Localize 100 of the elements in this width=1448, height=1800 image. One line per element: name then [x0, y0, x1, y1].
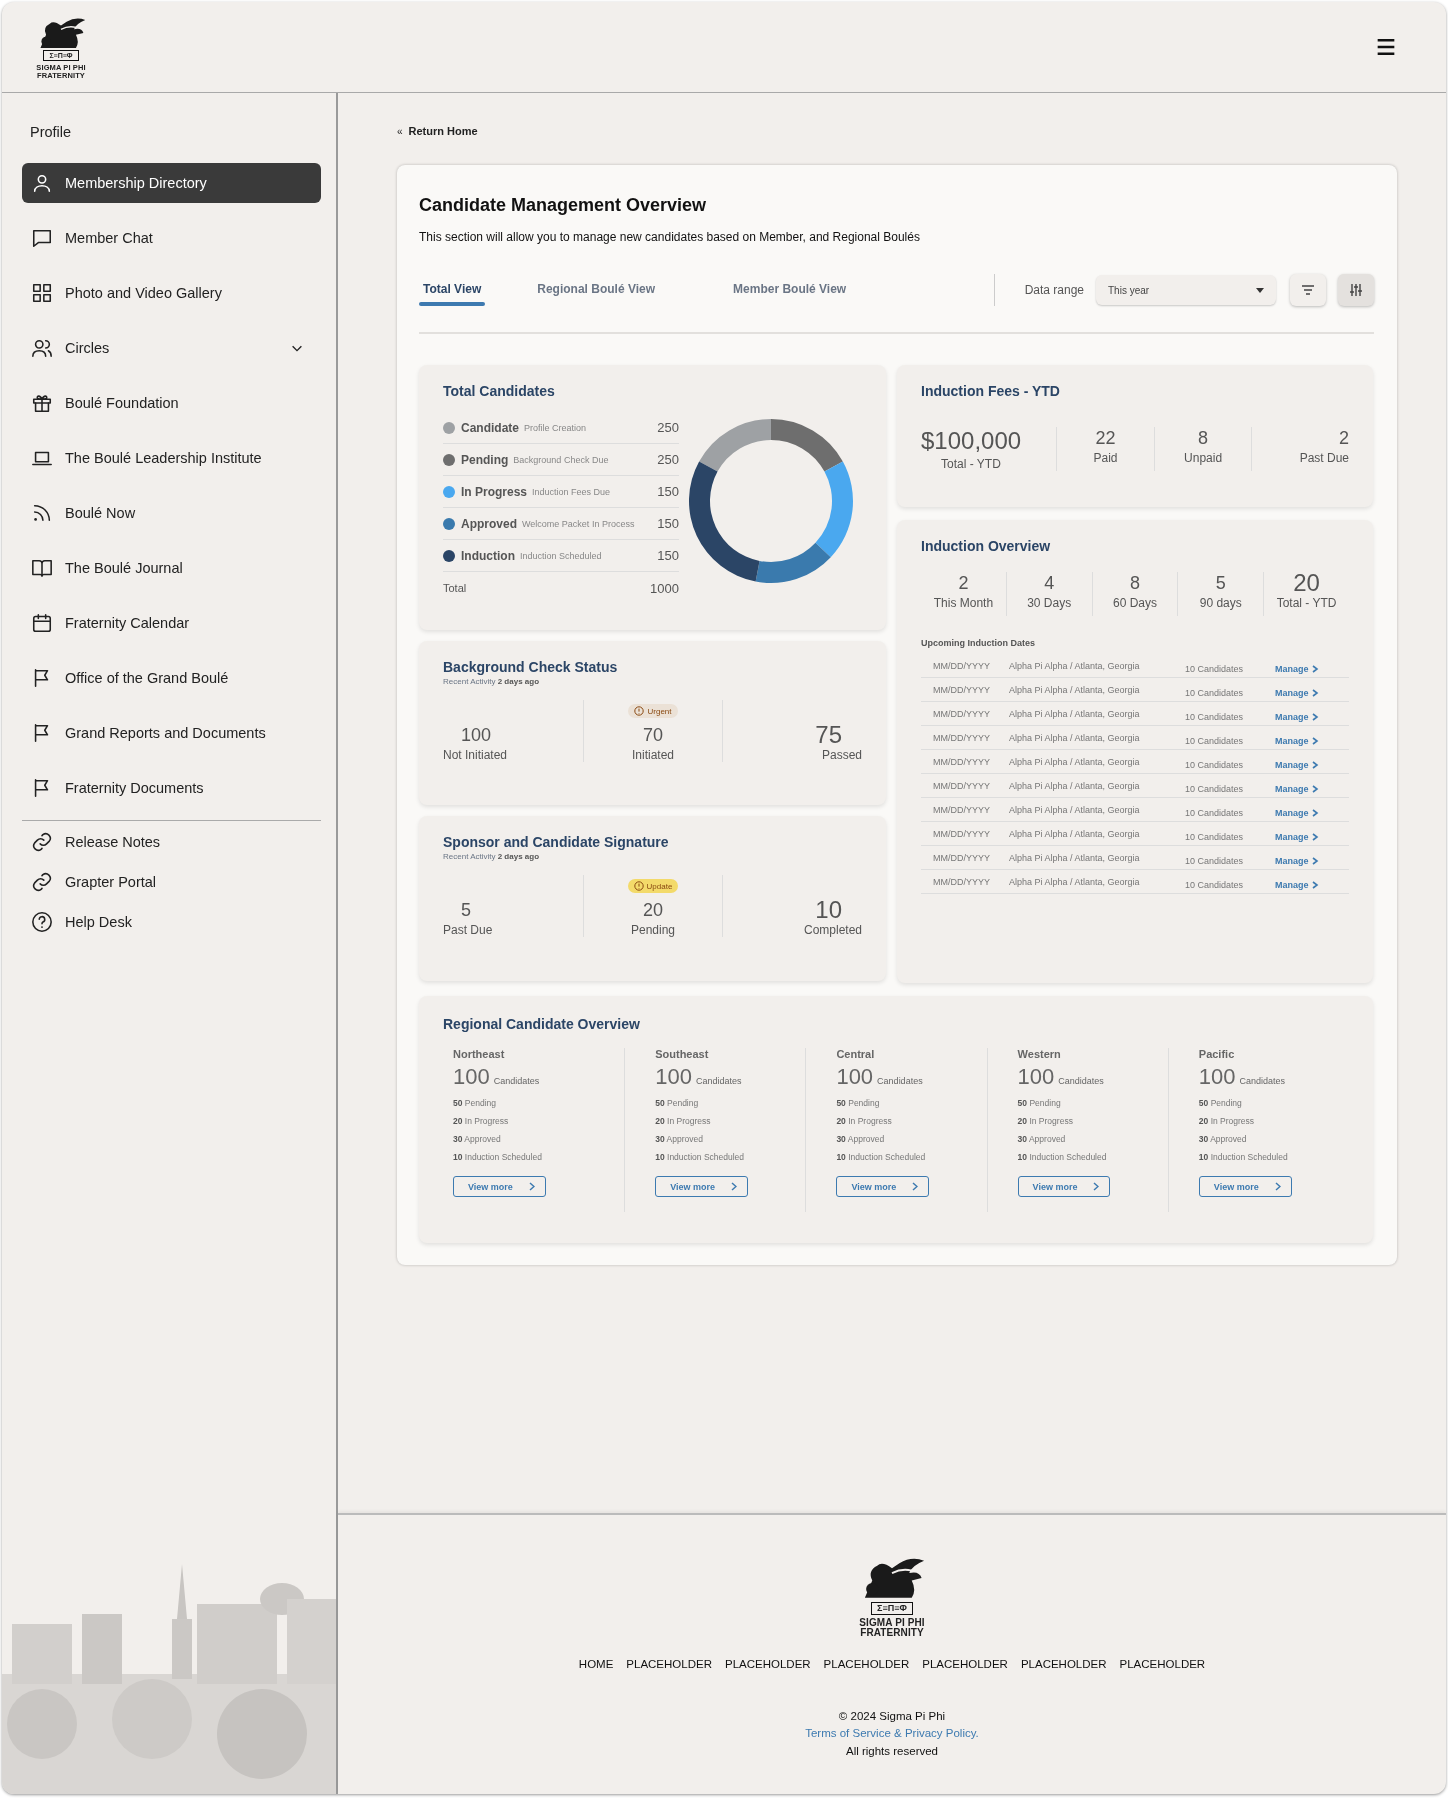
view-tab[interactable]: Total View	[419, 276, 486, 304]
sliders-icon	[1348, 282, 1364, 298]
terms-link[interactable]: Terms of Service & Privacy Policy.	[805, 1727, 979, 1739]
count-cell-text: 10 Candidates	[1185, 758, 1245, 770]
manage-link[interactable]: Manage	[1275, 705, 1319, 722]
alert-icon	[633, 881, 644, 891]
stat-label: Past Due	[1299, 451, 1349, 465]
chevron-icon	[1311, 736, 1319, 745]
footer-link[interactable]: HOME	[578, 1658, 614, 1670]
view-more-button[interactable]: View more	[1198, 1176, 1292, 1197]
filter-button[interactable]	[1290, 274, 1326, 306]
copyright-text: © 2024 Sigma Pi Phi	[838, 1710, 946, 1722]
manage-link[interactable]: Manage	[1275, 873, 1319, 890]
date-cell-text: MM/DD/YYYY	[932, 876, 991, 887]
stat-label: This Month	[933, 596, 994, 610]
footer-link[interactable]: PLACEHOLDER	[1119, 1658, 1206, 1670]
view-more-button[interactable]: View more	[1017, 1176, 1111, 1197]
profile-link[interactable]: Profile	[22, 122, 72, 142]
sidebar-item[interactable]: Photo and Video Gallery	[22, 273, 321, 313]
region-stat: 20 In Progress	[1017, 1116, 1073, 1126]
location-cell-text: Alpha Pi Alpha / Atlanta, Georgia	[1009, 708, 1141, 719]
return-home-link[interactable]: « Return Home	[397, 125, 478, 137]
sidebar-item[interactable]: Membership Directory	[22, 163, 321, 203]
manage-link[interactable]: Manage	[1275, 657, 1319, 674]
location-cell-text: Alpha Pi Alpha / Atlanta, Georgia	[1009, 804, 1141, 815]
count-cell-text: 10 Candidates	[1185, 854, 1245, 866]
logo-subtitle: FRATERNITY	[860, 1628, 924, 1638]
chevron-icon	[1274, 1182, 1281, 1191]
status-count: 250	[657, 452, 679, 467]
view-more-button[interactable]: View more	[655, 1176, 749, 1197]
location-cell-text: Alpha Pi Alpha / Atlanta, Georgia	[1009, 852, 1141, 863]
status-label: Pending	[461, 452, 509, 467]
status-label: In Progress	[461, 484, 528, 499]
stat-label: Unpaid	[1184, 451, 1223, 465]
manage-link[interactable]: Manage	[1275, 777, 1319, 794]
region-stat: 30 Approved	[453, 1134, 501, 1144]
stat-value: 2	[958, 572, 969, 594]
sidebar-item[interactable]: Office of the Grand Boulé	[22, 658, 321, 698]
status-note: Welcome Packet In Process	[522, 518, 636, 529]
region-total: 100	[1198, 1064, 1236, 1090]
sidebar-item[interactable]: Grand Reports and Documents	[22, 713, 321, 753]
manage-link[interactable]: Manage	[1275, 801, 1319, 818]
stat-value: 100	[460, 724, 492, 746]
status-note: Profile Creation	[524, 422, 588, 433]
manage-link[interactable]: Manage	[1275, 753, 1319, 770]
card-title: Induction Fees - YTD	[921, 383, 1061, 399]
sidebar-link[interactable]: Release Notes	[22, 827, 321, 857]
adjust-button[interactable]	[1338, 274, 1374, 306]
count-cell-text: 10 Candidates	[1185, 782, 1245, 794]
stat-value: 2	[1339, 427, 1349, 449]
region-stat: 30 Approved	[655, 1134, 703, 1144]
card-title: Induction Overview	[921, 538, 1052, 554]
sidebar-item[interactable]: Circles	[22, 328, 321, 368]
footer-link[interactable]: PLACEHOLDER	[626, 1658, 712, 1670]
view-more-button[interactable]: View more	[836, 1176, 930, 1197]
region-stat: 10 Induction Scheduled	[655, 1152, 745, 1162]
status-note: Induction Fees Due	[532, 486, 612, 497]
location-cell-text: Alpha Pi Alpha / Atlanta, Georgia	[1009, 732, 1141, 743]
view-tab[interactable]: Regional Boulé View	[533, 276, 660, 304]
sidebar-item[interactable]: Boulé Foundation	[22, 383, 321, 423]
data-range-dropdown[interactable]: This year	[1096, 275, 1276, 305]
location-cell-text: Alpha Pi Alpha / Atlanta, Georgia	[1009, 876, 1141, 887]
region-stat: 20 In Progress	[453, 1116, 509, 1126]
book-icon	[31, 557, 53, 579]
location-cell-text: Alpha Pi Alpha / Atlanta, Georgia	[1009, 780, 1141, 791]
recent-activity: Recent Activity 2 days ago	[443, 852, 541, 861]
sidebar-item[interactable]: Member Chat	[22, 218, 321, 258]
date-cell-text: MM/DD/YYYY	[932, 660, 991, 671]
manage-link[interactable]: Manage	[1275, 849, 1319, 866]
region-unit: Candidates	[493, 1076, 540, 1086]
stat-value: 8	[1130, 572, 1140, 594]
sidebar-item[interactable]: The Boulé Leadership Institute	[22, 438, 321, 478]
region-stat: 30 Approved	[836, 1134, 885, 1144]
sidebar-link[interactable]: Help Desk	[22, 907, 321, 937]
sidebar-item[interactable]: The Boulé Journal	[22, 548, 321, 588]
stat-label: Past Due	[443, 923, 493, 937]
footer-link[interactable]: PLACEHOLDER	[1020, 1658, 1107, 1670]
footer-link[interactable]: PLACEHOLDER	[724, 1658, 811, 1670]
chevron-icon	[528, 1182, 535, 1191]
view-tab[interactable]: Member Boulé View	[729, 276, 851, 304]
stat-value: 70	[642, 724, 663, 746]
sidebar-item[interactable]: Fraternity Documents	[22, 768, 321, 808]
alert-icon	[634, 706, 645, 716]
footer-link[interactable]: PLACEHOLDER	[823, 1658, 910, 1670]
region-name: Northeast	[453, 1048, 505, 1060]
manage-link[interactable]: Manage	[1275, 681, 1319, 698]
stat-value: 20	[1293, 572, 1320, 594]
total-count: 1000	[650, 580, 679, 596]
chevron-icon	[1311, 664, 1319, 673]
manage-link[interactable]: Manage	[1275, 825, 1319, 842]
view-more-button[interactable]: View more	[453, 1176, 546, 1197]
stat-label: Not Initiated	[443, 748, 508, 762]
status-label: Induction	[461, 548, 515, 563]
manage-link[interactable]: Manage	[1275, 729, 1319, 746]
stat-label: 60 Days	[1112, 596, 1157, 610]
sidebar-link[interactable]: Grapter Portal	[22, 867, 321, 897]
sidebar-item[interactable]: Fraternity Calendar	[22, 603, 321, 643]
sidebar-item[interactable]: Boulé Now	[22, 493, 321, 533]
footer-link[interactable]: PLACEHOLDER	[922, 1658, 1008, 1670]
region-unit: Candidates	[877, 1076, 923, 1086]
